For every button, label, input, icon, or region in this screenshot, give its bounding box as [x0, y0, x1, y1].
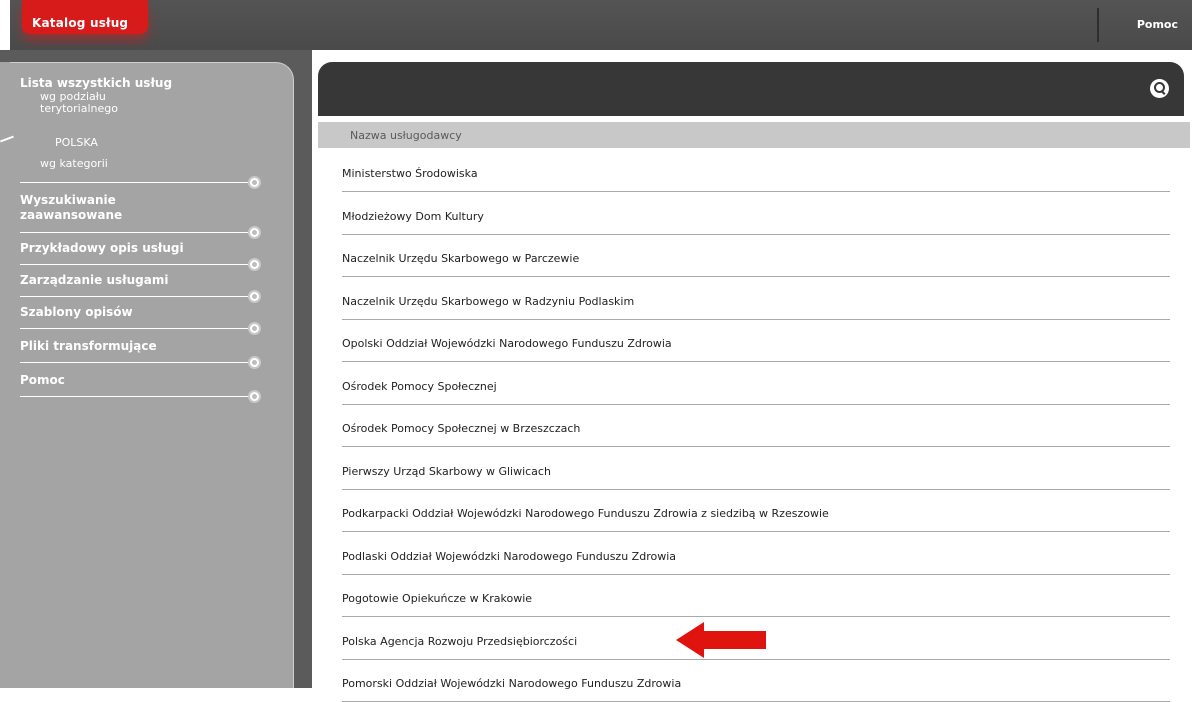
sidebar-item-advanced-search[interactable]: Wyszukiwanie zaawansowane	[20, 193, 220, 223]
sidebar-strip	[0, 62, 10, 688]
sidebar-divider	[20, 232, 250, 233]
sidebar-subitem-territory[interactable]: wg podziału terytorialnego	[40, 91, 150, 115]
table-row[interactable]: Naczelnik Urzędu Skarbowego w Parczewie	[342, 235, 1170, 277]
provider-name: Naczelnik Urzędu Skarbowego w Radzyniu P…	[342, 294, 635, 308]
top-bar: Katalog usług Pomoc	[0, 0, 1192, 50]
provider-name: Opolski Oddział Wojewódzki Narodowego Fu…	[342, 337, 672, 350]
table-row[interactable]: Opolski Oddział Wojewódzki Narodowego Fu…	[342, 320, 1170, 362]
sidebar-item-transform-files[interactable]: Pliki transformujące	[20, 339, 270, 354]
provider-name: Podlaski Oddział Wojewódzki Narodowego F…	[342, 549, 676, 563]
sidebar-bullet-icon	[248, 356, 261, 369]
table-row[interactable]: Młodzieżowy Dom Kultury	[342, 193, 1170, 235]
topbar-edge	[0, 0, 10, 50]
sidebar-subitem-poland[interactable]: POLSKA	[55, 137, 98, 149]
provider-name: Pierwszy Urząd Skarbowy w Gliwicach	[342, 464, 551, 478]
top-help-link[interactable]: Pomoc	[1097, 8, 1192, 42]
table-row[interactable]: Podlaski Oddział Wojewódzki Narodowego F…	[342, 533, 1170, 575]
sidebar-subitem-category[interactable]: wg kategorii	[40, 158, 108, 170]
provider-name: Młodzieżowy Dom Kultury	[342, 209, 484, 223]
catalog-tab[interactable]: Katalog usług	[22, 0, 148, 34]
table-row[interactable]: Pierwszy Urząd Skarbowy w Gliwicach	[342, 448, 1170, 490]
top-help-label: Pomoc	[1136, 18, 1178, 31]
provider-name: Polska Agencja Rozwoju Przedsiębiorczośc…	[342, 634, 578, 648]
sidebar-divider	[20, 328, 250, 329]
sidebar-divider	[20, 182, 250, 183]
sidebar-item-all-services[interactable]: Lista wszystkich usług	[20, 76, 270, 91]
provider-name: Pomorski Oddział Wojewódzki Narodowego F…	[342, 677, 682, 690]
sidebar-item-sample-description[interactable]: Przykładowy opis usługi	[20, 241, 270, 256]
provider-name: Naczelnik Urzędu Skarbowego w Parczewie	[342, 252, 580, 265]
sidebar-bullet-icon	[248, 290, 261, 303]
sidebar-divider	[20, 264, 250, 265]
column-header-label: Nazwa usługodawcy	[350, 129, 462, 142]
sidebar-item-help[interactable]: Pomoc	[20, 373, 270, 388]
table-row[interactable]: Ośrodek Pomocy Społecznej	[342, 363, 1170, 405]
search-icon[interactable]	[1150, 79, 1169, 98]
provider-name: Ośrodek Pomocy Społecznej	[342, 379, 497, 393]
sidebar-bullet-icon	[248, 226, 261, 239]
main-header	[318, 62, 1184, 116]
provider-name: Podkarpacki Oddział Wojewódzki Narodoweg…	[342, 507, 829, 520]
catalog-tab-label: Katalog usług	[32, 16, 129, 30]
column-header[interactable]: Nazwa usługodawcy	[318, 122, 1190, 148]
sidebar-item-templates[interactable]: Szablony opisów	[20, 305, 270, 320]
table-row[interactable]: Pomorski Oddział Wojewódzki Narodowego F…	[342, 660, 1170, 702]
sidebar-bullet-icon	[248, 258, 261, 271]
sidebar-bullet-icon	[248, 322, 261, 335]
sidebar-divider	[20, 296, 250, 297]
provider-name: Ministerstwo Środowiska	[342, 167, 478, 180]
sidebar-bullet-icon	[248, 176, 261, 189]
table-row[interactable]: Naczelnik Urzędu Skarbowego w Radzyniu P…	[342, 278, 1170, 320]
sidebar-divider	[20, 362, 250, 363]
sidebar-bullet-icon	[248, 390, 261, 403]
table-row[interactable]: Ministerstwo Środowiska	[342, 150, 1170, 192]
provider-name: Ośrodek Pomocy Społecznej w Brzeszczach	[342, 422, 581, 435]
table-row[interactable]: Pogotowie Opiekuńcze w Krakowie	[342, 575, 1170, 617]
red-arrow-icon	[676, 622, 766, 658]
table-row[interactable]: Podkarpacki Oddział Wojewódzki Narodoweg…	[342, 490, 1170, 532]
table-row[interactable]: Ośrodek Pomocy Społecznej w Brzeszczach	[342, 405, 1170, 447]
sidebar-divider	[20, 396, 250, 397]
provider-name: Pogotowie Opiekuńcze w Krakowie	[342, 592, 533, 605]
sidebar-item-service-management[interactable]: Zarządzanie usługami	[20, 273, 270, 288]
